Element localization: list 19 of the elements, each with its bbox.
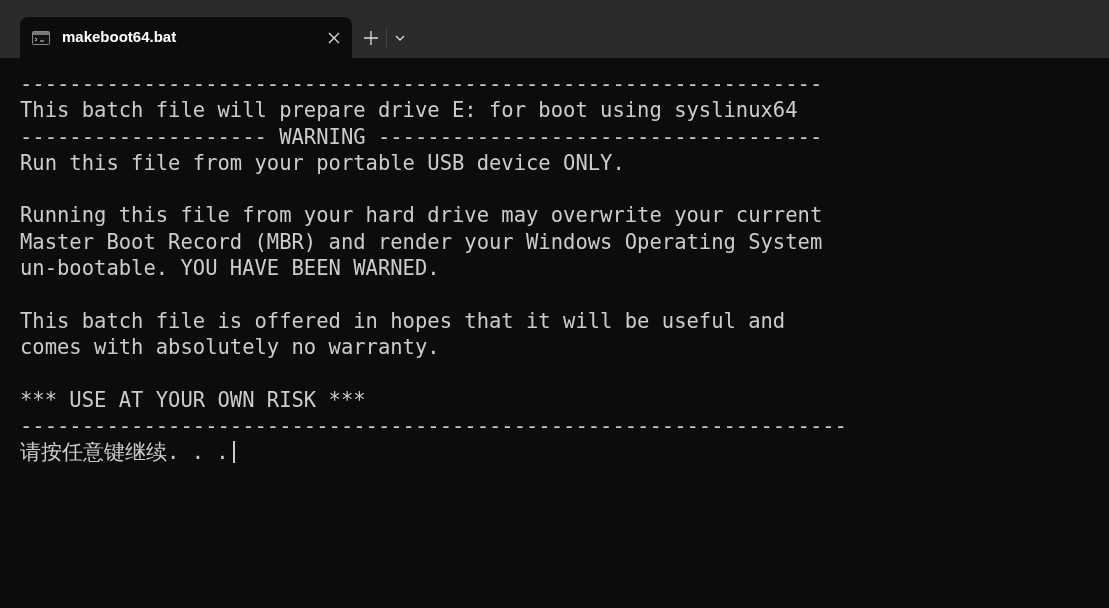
- tab[interactable]: makeboot64.bat: [20, 17, 352, 58]
- console-line: un-bootable. YOU HAVE BEEN WARNED.: [20, 255, 440, 282]
- dropdown-icon[interactable]: [395, 34, 405, 41]
- tab-title: makeboot64.bat: [62, 27, 178, 48]
- console-line: -----------------------------------------------------------------: [20, 71, 823, 98]
- console-line: -------------------------------------------------------------------: [20, 412, 847, 440]
- console-line: Master Boot Record (MBR) and render your Windows Operating System: [20, 228, 823, 256]
- console-line: *** USE AT YOUR OWN RISK ***: [20, 386, 366, 413]
- console-line: Run this file from your portable USB device ONLY.: [20, 149, 625, 177]
- console-line: This batch file will prepare drive E: for boot using syslinux64: [20, 97, 798, 124]
- console-line: Running this file from your hard drive may overwrite your current: [20, 202, 823, 229]
- text-cursor: [232, 441, 235, 464]
- close-icon[interactable]: [328, 31, 340, 44]
- console-line: This batch file is offered in hopes that it will be useful and: [20, 307, 786, 334]
- console-line: comes with absolutely no warranty.: [20, 333, 440, 361]
- add-icon[interactable]: [364, 30, 378, 45]
- terminal-icon: [32, 30, 50, 45]
- console-line: -------------------- WARNING ------------------------------------: [20, 123, 823, 150]
- console-prompt: 请按任意键继续. . .: [20, 439, 229, 466]
